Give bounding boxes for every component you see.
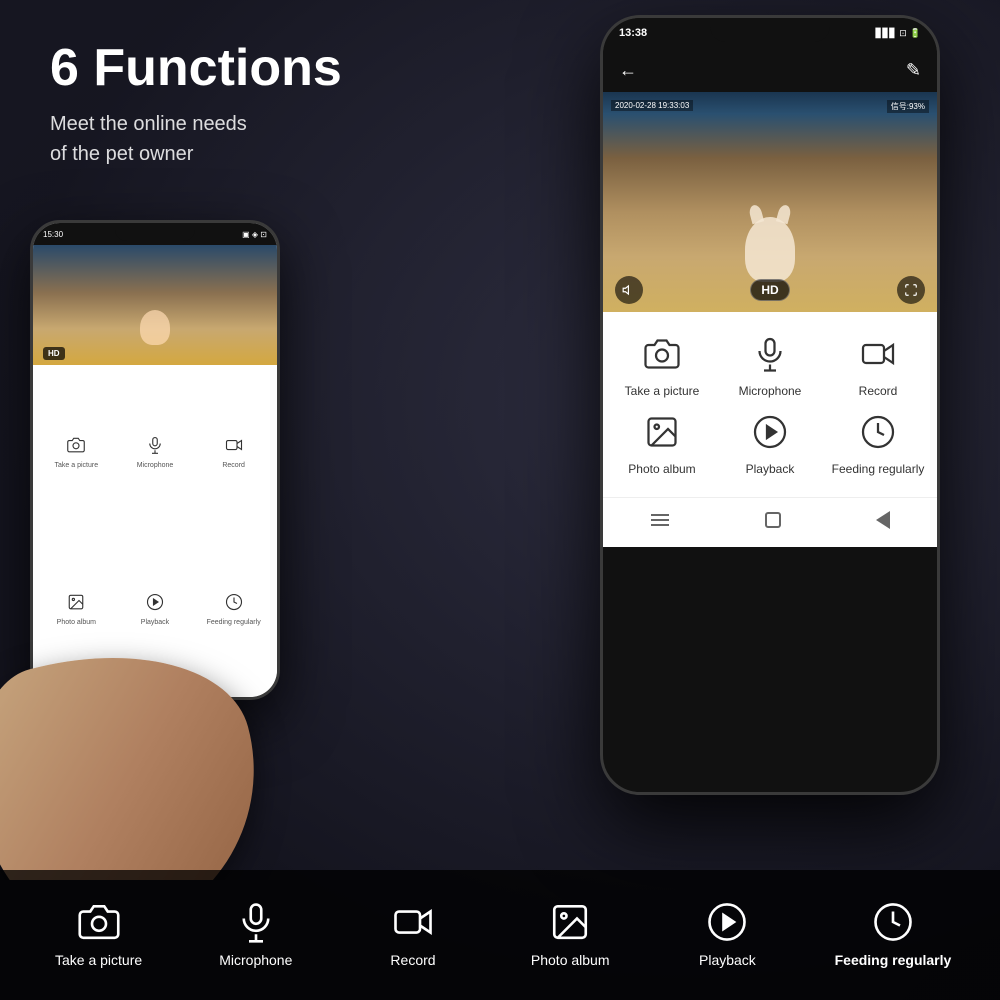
- wifi-icon: ⊡: [899, 28, 907, 39]
- record-icon: [856, 332, 900, 376]
- mic-icon: [748, 332, 792, 376]
- cam-signal: 信号:93%: [887, 100, 929, 113]
- bottom-item-playback[interactable]: Playback: [677, 901, 777, 969]
- grid-item-mic-small: Microphone: [117, 375, 194, 530]
- playback-label: Playback: [746, 462, 795, 478]
- bottom-feeding-label: Feeding regularly: [835, 951, 952, 969]
- album-icon: [640, 410, 684, 454]
- fullscreen-button[interactable]: [897, 276, 925, 304]
- func-item-camera[interactable]: Take a picture: [613, 332, 711, 400]
- status-large-time: 13:38: [619, 27, 647, 39]
- mic-icon-small: [146, 436, 164, 459]
- bottom-record-icon: [392, 901, 434, 943]
- mic-label: Microphone: [739, 384, 802, 400]
- page-title: 6 Functions: [50, 40, 342, 97]
- phone-large-notch: [710, 18, 830, 42]
- label-mic-small: Microphone: [137, 462, 174, 469]
- cam-controls: HD: [603, 276, 937, 304]
- bottom-item-mic[interactable]: Microphone: [206, 901, 306, 969]
- battery-icon: 🔋: [910, 28, 921, 39]
- edit-icon[interactable]: ✎: [906, 60, 921, 81]
- bottom-camera-label: Take a picture: [55, 951, 142, 969]
- nav-home-icon[interactable]: [765, 512, 781, 528]
- bottom-playback-icon: [706, 901, 748, 943]
- app-functions-grid: Take a picture Microphone: [603, 312, 937, 497]
- cat-shape: [745, 217, 795, 282]
- cam-feed-large: 2020-02-28 19:33:03 信号:93% HD: [603, 92, 937, 312]
- func-item-album[interactable]: Photo album: [613, 410, 711, 478]
- bottom-album-label: Photo album: [531, 951, 610, 969]
- bottom-album-icon: [549, 901, 591, 943]
- playback-icon: [748, 410, 792, 454]
- album-label: Photo album: [628, 462, 695, 478]
- volume-button[interactable]: [615, 276, 643, 304]
- bottom-item-album[interactable]: Photo album: [520, 901, 620, 969]
- app-topbar-large: ← ✎: [603, 48, 937, 92]
- phone-large-body: 13:38 ▊▊▊ ⊡ 🔋 ← ✎ 2020-02-28 19:33:03 信号…: [600, 15, 940, 795]
- back-arrow-icon[interactable]: ←: [619, 60, 637, 81]
- phone-large: 13:38 ▊▊▊ ⊡ 🔋 ← ✎ 2020-02-28 19:33:03 信号…: [600, 15, 940, 795]
- func-item-playback[interactable]: Playback: [721, 410, 819, 478]
- content-wrapper: 6 Functions Meet the online needs of the…: [0, 0, 1000, 1000]
- cam-timestamp: 2020-02-28 19:33:03: [611, 100, 693, 111]
- func-item-record[interactable]: Record: [829, 332, 927, 400]
- headline-block: 6 Functions Meet the online needs of the…: [50, 40, 342, 169]
- grid-item-camera-small: Take a picture: [38, 375, 115, 530]
- status-small-time: 15:30: [43, 230, 63, 239]
- record-label: Record: [859, 384, 898, 400]
- hd-badge-small: HD: [43, 347, 65, 360]
- subtitle: Meet the online needs of the pet owner: [50, 109, 342, 169]
- bottom-playback-label: Playback: [699, 951, 756, 969]
- bottom-mic-icon: [235, 901, 277, 943]
- hamburger-icon: [651, 519, 669, 521]
- phone-small-notch: [115, 223, 195, 241]
- nav-bar: [603, 497, 937, 547]
- cam-feed-small: HD: [33, 245, 277, 365]
- bottom-icons-bar: Take a picture Microphone Record: [0, 870, 1000, 1000]
- bottom-camera-icon: [78, 901, 120, 943]
- grid-item-record-small: Record: [195, 375, 272, 530]
- record-icon-small: [225, 436, 243, 459]
- bottom-record-label: Record: [390, 951, 435, 969]
- camera-icon: [640, 332, 684, 376]
- bottom-item-record[interactable]: Record: [363, 901, 463, 969]
- camera-label: Take a picture: [625, 384, 700, 400]
- feeding-label: Feeding regularly: [832, 462, 925, 478]
- bottom-item-feeding[interactable]: Feeding regularly: [835, 901, 952, 969]
- signal-bars-icon: ▊▊▊: [875, 28, 896, 39]
- bottom-feeding-icon: [872, 901, 914, 943]
- label-record-small: Record: [222, 462, 245, 469]
- status-small-icons: ▣ ◈ ⊡: [242, 230, 267, 239]
- nav-back-icon[interactable]: [876, 511, 890, 529]
- func-item-feeding[interactable]: Feeding regularly: [829, 410, 927, 478]
- feeding-icon: [856, 410, 900, 454]
- hd-badge-large[interactable]: HD: [750, 279, 789, 301]
- bottom-mic-label: Microphone: [219, 951, 292, 969]
- camera-icon-small: [67, 436, 85, 459]
- nav-menu-icon[interactable]: [650, 510, 670, 530]
- func-item-mic[interactable]: Microphone: [721, 332, 819, 400]
- label-camera-small: Take a picture: [55, 462, 99, 469]
- bottom-item-camera[interactable]: Take a picture: [49, 901, 149, 969]
- hand-area: [0, 580, 340, 880]
- hand-shape: [0, 619, 291, 880]
- status-large-icons: ▊▊▊ ⊡ 🔋: [875, 28, 921, 39]
